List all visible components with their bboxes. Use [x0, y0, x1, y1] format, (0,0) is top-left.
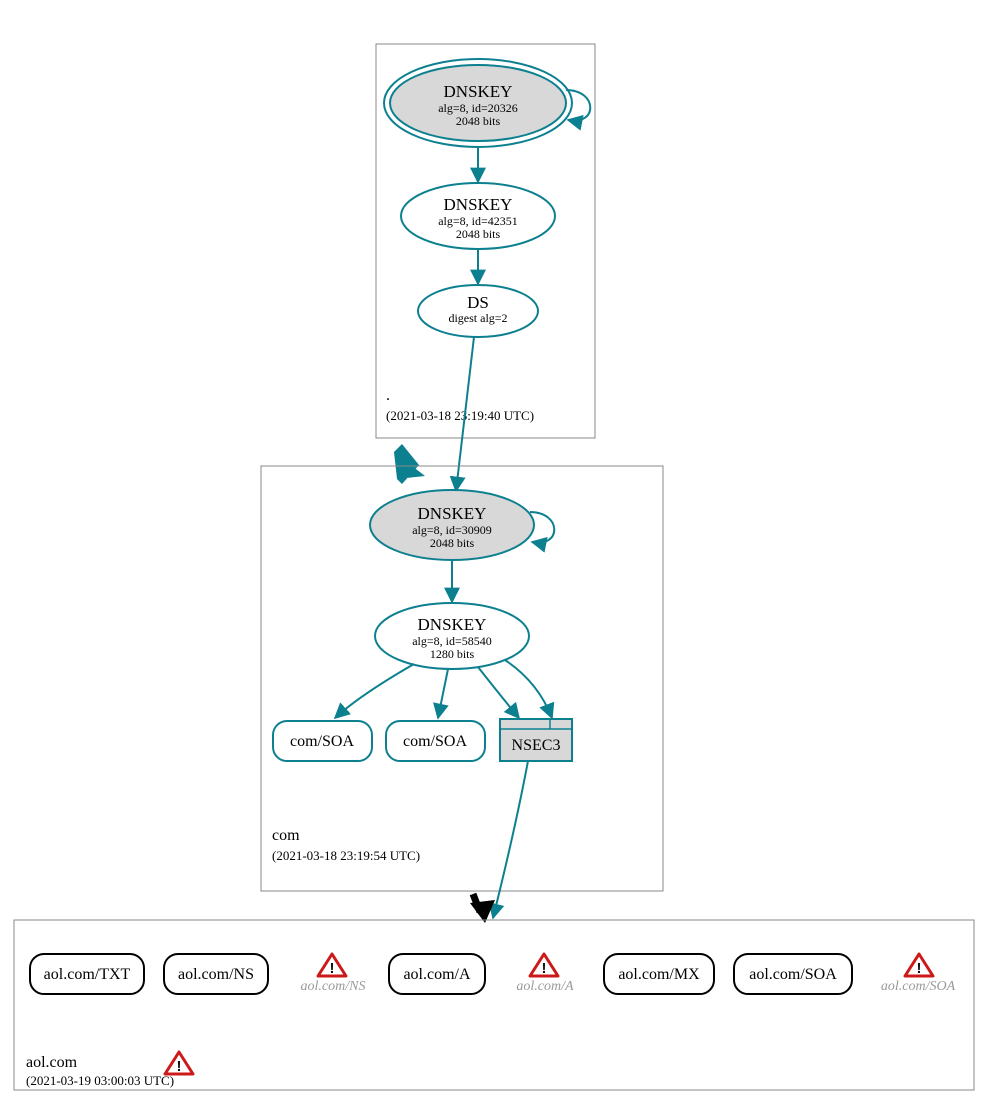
svg-text:2048 bits: 2048 bits [430, 536, 475, 550]
node-aol-ns: aol.com/NS [164, 954, 268, 994]
edge-comzsk-soa2 [438, 669, 448, 718]
svg-text:aol.com/MX: aol.com/MX [618, 966, 700, 983]
zone-root: . (2021-03-18 23:19:40 UTC) DNSKEY alg=8… [376, 44, 595, 438]
zone-arrow-root-com [394, 444, 425, 484]
node-com-ksk: DNSKEY alg=8, id=30909 2048 bits [370, 490, 534, 560]
zone-com-name: com [272, 827, 300, 844]
node-aol-soa: aol.com/SOA [734, 954, 852, 994]
dnssec-diagram: . (2021-03-18 23:19:40 UTC) DNSKEY alg=8… [0, 0, 988, 1098]
node-aol-a: aol.com/A [389, 954, 485, 994]
svg-text:digest alg=2: digest alg=2 [448, 311, 507, 325]
svg-text:DNSKEY: DNSKEY [444, 195, 513, 214]
node-aol-mx: aol.com/MX [604, 954, 714, 994]
node-com-soa-2: com/SOA [386, 721, 485, 761]
zone-com-time: (2021-03-18 23:19:54 UTC) [272, 848, 420, 863]
svg-text:aol.com/NS: aol.com/NS [301, 979, 366, 994]
zone-arrow-com-aol [470, 894, 495, 923]
svg-text:aol.com/TXT: aol.com/TXT [44, 966, 131, 983]
node-aol-ns-warn: aol.com/NS [301, 954, 366, 994]
svg-text:2048 bits: 2048 bits [456, 114, 501, 128]
svg-text:aol.com/NS: aol.com/NS [178, 966, 254, 983]
edge-nsec3-aol [493, 761, 528, 918]
node-aol-a-warn: aol.com/A [516, 954, 574, 994]
node-aol-txt: aol.com/TXT [30, 954, 144, 994]
svg-text:aol.com/SOA: aol.com/SOA [749, 966, 837, 983]
svg-text:com/SOA: com/SOA [403, 733, 467, 750]
node-com-soa-1: com/SOA [273, 721, 372, 761]
zone-aol-name: aol.com [26, 1054, 78, 1071]
svg-text:2048 bits: 2048 bits [456, 227, 501, 241]
svg-text:aol.com/SOA: aol.com/SOA [881, 979, 956, 994]
node-root-zsk: DNSKEY alg=8, id=42351 2048 bits [401, 183, 555, 249]
svg-text:aol.com/A: aol.com/A [516, 979, 574, 994]
svg-text:DNSKEY: DNSKEY [418, 615, 487, 634]
svg-text:NSEC3: NSEC3 [512, 737, 561, 754]
svg-text:1280 bits: 1280 bits [430, 647, 475, 661]
svg-text:com/SOA: com/SOA [290, 733, 354, 750]
zone-com: com (2021-03-18 23:19:54 UTC) DNSKEY alg… [261, 466, 663, 891]
zone-root-time: (2021-03-18 23:19:40 UTC) [386, 408, 534, 423]
svg-text:alg=8, id=58540: alg=8, id=58540 [412, 634, 492, 648]
node-root-ds: DS digest alg=2 [418, 285, 538, 337]
node-aol-soa-warn: aol.com/SOA [881, 954, 956, 994]
node-nsec3: NSEC3 [500, 719, 572, 761]
svg-text:DS: DS [467, 293, 489, 312]
svg-text:alg=8, id=20326: alg=8, id=20326 [438, 101, 518, 115]
svg-text:DNSKEY: DNSKEY [444, 82, 513, 101]
svg-text:DNSKEY: DNSKEY [418, 504, 487, 523]
edge-comzsk-nsec3a [478, 667, 519, 718]
svg-text:alg=8, id=42351: alg=8, id=42351 [438, 214, 518, 228]
zone-aol: aol.com (2021-03-19 03:00:03 UTC) aol.co… [14, 920, 974, 1090]
svg-text:alg=8, id=30909: alg=8, id=30909 [412, 523, 492, 537]
zone-aol-warn-icon [165, 1052, 193, 1075]
node-root-ksk: DNSKEY alg=8, id=20326 2048 bits [384, 59, 572, 147]
zone-aol-time: (2021-03-19 03:00:03 UTC) [26, 1073, 174, 1088]
svg-text:aol.com/A: aol.com/A [403, 966, 471, 983]
node-com-zsk: DNSKEY alg=8, id=58540 1280 bits [375, 603, 529, 669]
edge-comzsk-soa1 [335, 664, 414, 718]
zone-root-name: . [386, 387, 390, 404]
